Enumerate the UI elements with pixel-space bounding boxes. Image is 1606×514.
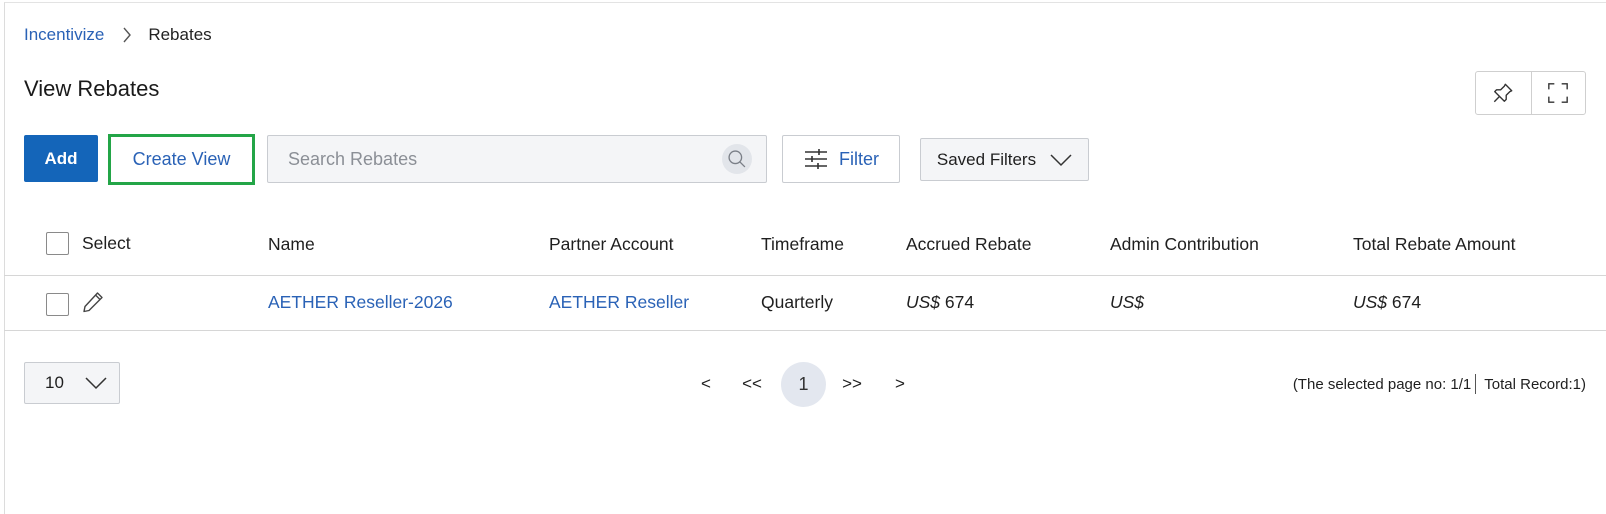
select-all-column: Select <box>46 232 131 255</box>
page-title: View Rebates <box>24 76 160 101</box>
search-box <box>267 135 767 183</box>
table-row: AETHER Reseller-2026 AETHER Reseller Qua… <box>4 277 1606 331</box>
first-page-button[interactable]: << <box>732 374 772 394</box>
create-view-button[interactable]: Create View <box>108 134 255 185</box>
saved-filters-dropdown[interactable]: Saved Filters <box>920 138 1089 181</box>
column-header-accrued-rebate[interactable]: Accrued Rebate <box>906 234 1032 255</box>
search-button[interactable] <box>722 144 752 174</box>
next-page-button[interactable]: > <box>880 374 920 394</box>
partner-account-link[interactable]: AETHER Reseller <box>549 292 689 313</box>
column-header-timeframe[interactable]: Timeframe <box>761 234 844 255</box>
current-page-button[interactable]: 1 <box>781 362 826 407</box>
search-icon <box>728 150 746 168</box>
column-header-partner-account[interactable]: Partner Account <box>549 234 674 255</box>
pin-icon <box>1494 83 1513 103</box>
row-checkbox[interactable] <box>46 293 69 316</box>
search-input[interactable] <box>268 136 722 182</box>
sliders-icon <box>805 149 827 169</box>
column-header-select: Select <box>82 233 131 253</box>
pin-button[interactable] <box>1476 72 1531 114</box>
chevron-down-icon <box>85 377 107 390</box>
rebate-name-link[interactable]: AETHER Reseller-2026 <box>268 292 453 313</box>
pager-left: < << <box>686 362 772 406</box>
timeframe-cell: Quarterly <box>761 292 833 312</box>
accrued-currency: US$ <box>906 292 941 312</box>
fullscreen-icon <box>1548 83 1569 103</box>
view-tools <box>1475 71 1586 115</box>
add-button[interactable]: Add <box>24 135 98 182</box>
accrued-value: 674 <box>944 292 975 312</box>
admin-currency: US$ <box>1110 292 1145 312</box>
page-info-divider <box>1475 374 1477 394</box>
pager-right: >> > <box>832 362 920 406</box>
breadcrumb-current: Rebates <box>148 25 212 44</box>
column-header-total-rebate-amount[interactable]: Total Rebate Amount <box>1353 234 1515 255</box>
filter-button[interactable]: Filter <box>782 135 900 183</box>
saved-filters-label: Saved Filters <box>936 149 1037 169</box>
breadcrumb-incentivize-link[interactable]: Incentivize <box>24 25 104 45</box>
chevron-right-icon <box>122 27 132 43</box>
total-records-text: Total Record:1) <box>1484 375 1586 393</box>
page-info: (The selected page no: 1/1 Total Record:… <box>1293 374 1586 394</box>
column-header-admin-contribution[interactable]: Admin Contribution <box>1110 234 1259 255</box>
pencil-icon <box>83 292 103 313</box>
total-value: 674 <box>1391 292 1422 312</box>
filter-label: Filter <box>839 148 879 169</box>
select-all-checkbox[interactable] <box>46 232 69 255</box>
fullscreen-button[interactable] <box>1530 72 1586 114</box>
admin-contribution-cell: US$ <box>1110 292 1144 313</box>
page-size-select[interactable]: 10 <box>24 362 120 404</box>
breadcrumb: Incentivize Rebates <box>24 24 212 46</box>
column-header-name[interactable]: Name <box>268 234 315 255</box>
page-size-value: 10 <box>45 373 64 392</box>
edit-button[interactable] <box>81 290 105 319</box>
last-page-button[interactable]: >> <box>832 374 872 394</box>
chevron-down-icon <box>1050 153 1072 166</box>
total-currency: US$ <box>1353 292 1388 312</box>
table-header: Select Name Partner Account Timeframe Ac… <box>4 222 1606 276</box>
accrued-rebate-cell: US$ 674 <box>906 292 974 313</box>
selected-page-text: (The selected page no: 1/1 <box>1292 375 1472 393</box>
prev-page-button[interactable]: < <box>686 374 726 394</box>
total-rebate-amount-cell: US$ 674 <box>1353 292 1421 313</box>
row-actions <box>46 290 105 319</box>
